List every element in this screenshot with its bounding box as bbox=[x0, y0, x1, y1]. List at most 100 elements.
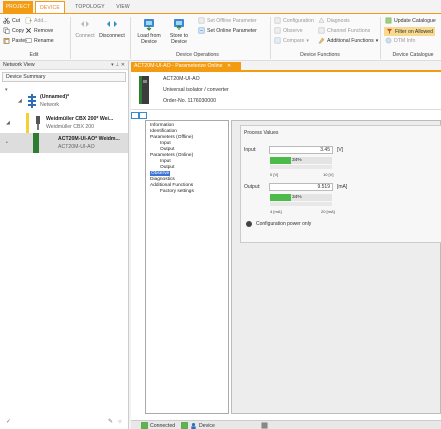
expand-arrow-icon[interactable]: ◢ bbox=[6, 120, 10, 126]
tab-project[interactable]: PROJECT bbox=[3, 1, 33, 13]
nav-offline-input[interactable]: Input bbox=[160, 141, 171, 146]
add-label: Add... bbox=[34, 17, 48, 24]
document-tab[interactable]: ACT20M-UI-AO - Parameterize Online ✕ bbox=[131, 62, 241, 70]
compare-button[interactable]: Compare ▾ bbox=[274, 37, 309, 44]
expand-arrow-icon[interactable]: ◢ bbox=[18, 98, 22, 104]
tree-node-subtitle: Weidmüller CBX 200 bbox=[46, 124, 95, 130]
update-catalogue-icon bbox=[385, 17, 392, 24]
connected-icon bbox=[141, 422, 148, 429]
input-percent-label: 34% bbox=[292, 158, 302, 163]
device-module-icon bbox=[139, 76, 149, 104]
tree-node-device-selected[interactable]: • ACT20M-UI-AO* Weidm... ACT20M-UI-AO bbox=[0, 133, 128, 153]
update-catalogue-button[interactable]: Update Catalogue bbox=[385, 17, 436, 24]
nav-diagnostics[interactable]: Diagnostics bbox=[150, 177, 175, 182]
network-icon bbox=[28, 94, 36, 108]
ribbon-tab-strip: PROJECT DEVICE TOPOLOGY VIEW bbox=[0, 0, 441, 13]
remove-button[interactable]: Remove bbox=[25, 27, 53, 34]
process-values-title: Process Values bbox=[244, 130, 279, 136]
nav-observe[interactable]: Observe bbox=[150, 171, 171, 176]
load-from-device-button[interactable]: Load from Device bbox=[134, 17, 164, 45]
config-power-label: Configuration power only bbox=[256, 221, 312, 227]
device-summary-label: Device Summary bbox=[6, 74, 46, 80]
compare-label: Compare bbox=[283, 37, 305, 44]
nav-parameters-offline[interactable]: Parameters (Offline) bbox=[150, 135, 193, 140]
panel-controls[interactable]: ▾ ⊥ ✕ bbox=[111, 61, 125, 70]
disconnect-button[interactable]: Disconnect bbox=[97, 17, 127, 39]
connect-button[interactable]: Connect bbox=[73, 17, 97, 39]
tree-node-network[interactable]: ◢ (Unnamed)* Network bbox=[0, 92, 128, 112]
set-offline-parameter-button[interactable]: Set Offline Parameter bbox=[198, 17, 257, 24]
copy-label: Copy bbox=[12, 27, 25, 34]
channel-functions-label: Channel Functions bbox=[327, 27, 371, 34]
diagnosis-button[interactable]: Diagnosis bbox=[318, 17, 350, 24]
rename-label: Rename bbox=[34, 37, 54, 44]
filter-on-allowed-label: Filter on Allowed bbox=[395, 28, 434, 35]
document-panel: ACT20M-UI-AO Universal isolator / conver… bbox=[131, 70, 441, 420]
tab-view[interactable]: VIEW bbox=[112, 1, 134, 13]
pencil-icon[interactable]: ✎ bbox=[108, 418, 113, 425]
rename-button[interactable]: Rename bbox=[25, 37, 54, 44]
input-scale-max: 10 [V] bbox=[323, 172, 334, 177]
nav-online-output[interactable]: Output bbox=[160, 165, 174, 170]
tree-node-gateway[interactable]: ◢ Weidmüller CBX 200* Wei... Weidmüller … bbox=[0, 113, 128, 133]
device-name: ACT20M-UI-AO bbox=[163, 76, 200, 82]
additional-functions-icon bbox=[318, 37, 325, 44]
nav-online-input[interactable]: Input bbox=[160, 159, 171, 164]
device-summary-button[interactable]: Device Summary bbox=[2, 72, 126, 82]
add-button[interactable]: Add... bbox=[25, 17, 48, 24]
store-to-device-label: Store to Device bbox=[169, 33, 189, 45]
nav-information[interactable]: Information bbox=[150, 123, 174, 128]
observe-button[interactable]: Observe bbox=[274, 27, 303, 34]
cut-button[interactable]: Cut bbox=[3, 17, 20, 24]
disk-icon bbox=[261, 422, 268, 429]
additional-functions-button[interactable]: Additional Functions ▾ bbox=[318, 37, 378, 44]
device-description: Universal isolator / converter bbox=[163, 87, 229, 93]
chevron-down-icon: ▾ bbox=[306, 37, 309, 44]
device-status-icon bbox=[181, 422, 188, 429]
observe-content-area: Process Values Input: 3.45 [V] 34% 0 [V]… bbox=[231, 120, 441, 414]
network-view-panel: Network View ▾ ⊥ ✕ Device Summary ▾ ◢ (U… bbox=[0, 61, 129, 429]
observe-icon bbox=[274, 27, 281, 34]
input-track bbox=[270, 165, 332, 169]
checkmark-icon[interactable]: ✓ bbox=[6, 418, 11, 425]
close-icon[interactable]: ✕ bbox=[227, 63, 231, 69]
copy-button[interactable]: Copy bbox=[3, 27, 24, 34]
store-to-device-button[interactable]: Store to Device bbox=[165, 17, 193, 45]
disconnect-icon bbox=[107, 21, 117, 27]
nav-offline-output[interactable]: Output bbox=[160, 147, 174, 152]
bullet-icon: • bbox=[6, 140, 8, 146]
device-order-number: Order-No. 1176030000 bbox=[163, 98, 216, 104]
nav-additional-functions[interactable]: Additional Functions bbox=[150, 183, 193, 188]
configuration-button[interactable]: Configuration bbox=[274, 17, 314, 24]
dtm-info-button[interactable]: DTM Info bbox=[385, 37, 415, 44]
load-from-device-label: Load from Device bbox=[137, 33, 161, 45]
scissors-icon bbox=[3, 17, 10, 24]
paste-button[interactable]: Paste bbox=[3, 37, 25, 44]
info-icon bbox=[385, 37, 392, 44]
channel-functions-button[interactable]: Channel Functions bbox=[318, 27, 370, 34]
tab-topology[interactable]: TOPOLOGY bbox=[70, 1, 110, 13]
config-power-led-icon bbox=[246, 221, 252, 227]
connection-status: Connected bbox=[141, 422, 175, 429]
network-view-header: Network View ▾ ⊥ ✕ bbox=[0, 61, 128, 70]
output-percent-label: 34% bbox=[292, 195, 302, 200]
network-view-title: Network View bbox=[3, 62, 35, 68]
ribbon-separator bbox=[270, 17, 271, 59]
tab-device[interactable]: DEVICE bbox=[35, 1, 65, 13]
remove-icon bbox=[26, 28, 31, 33]
ribbon-separator bbox=[130, 17, 131, 59]
view-toggle-icon[interactable] bbox=[131, 112, 147, 119]
info-circle-icon[interactable]: ○ bbox=[118, 419, 122, 425]
rename-icon bbox=[25, 38, 32, 43]
input-progress-fill bbox=[270, 157, 292, 164]
nav-identification[interactable]: Identification bbox=[150, 129, 177, 134]
tree-node-subtitle: Network bbox=[40, 102, 60, 108]
tree-node-title: Weidmüller CBX 200* Wei... bbox=[46, 116, 114, 122]
device-header: ACT20M-UI-AO Universal isolator / conver… bbox=[131, 72, 441, 110]
gateway-color-bar bbox=[26, 113, 29, 133]
set-online-parameter-button[interactable]: Set Online Parameter bbox=[198, 27, 257, 34]
filter-on-allowed-button[interactable]: Filter on Allowed bbox=[384, 27, 436, 36]
nav-parameters-online[interactable]: Parameters (Online) bbox=[150, 153, 193, 158]
set-offline-parameter-icon bbox=[198, 17, 205, 24]
nav-factory-settings[interactable]: Factory settings bbox=[160, 189, 194, 194]
